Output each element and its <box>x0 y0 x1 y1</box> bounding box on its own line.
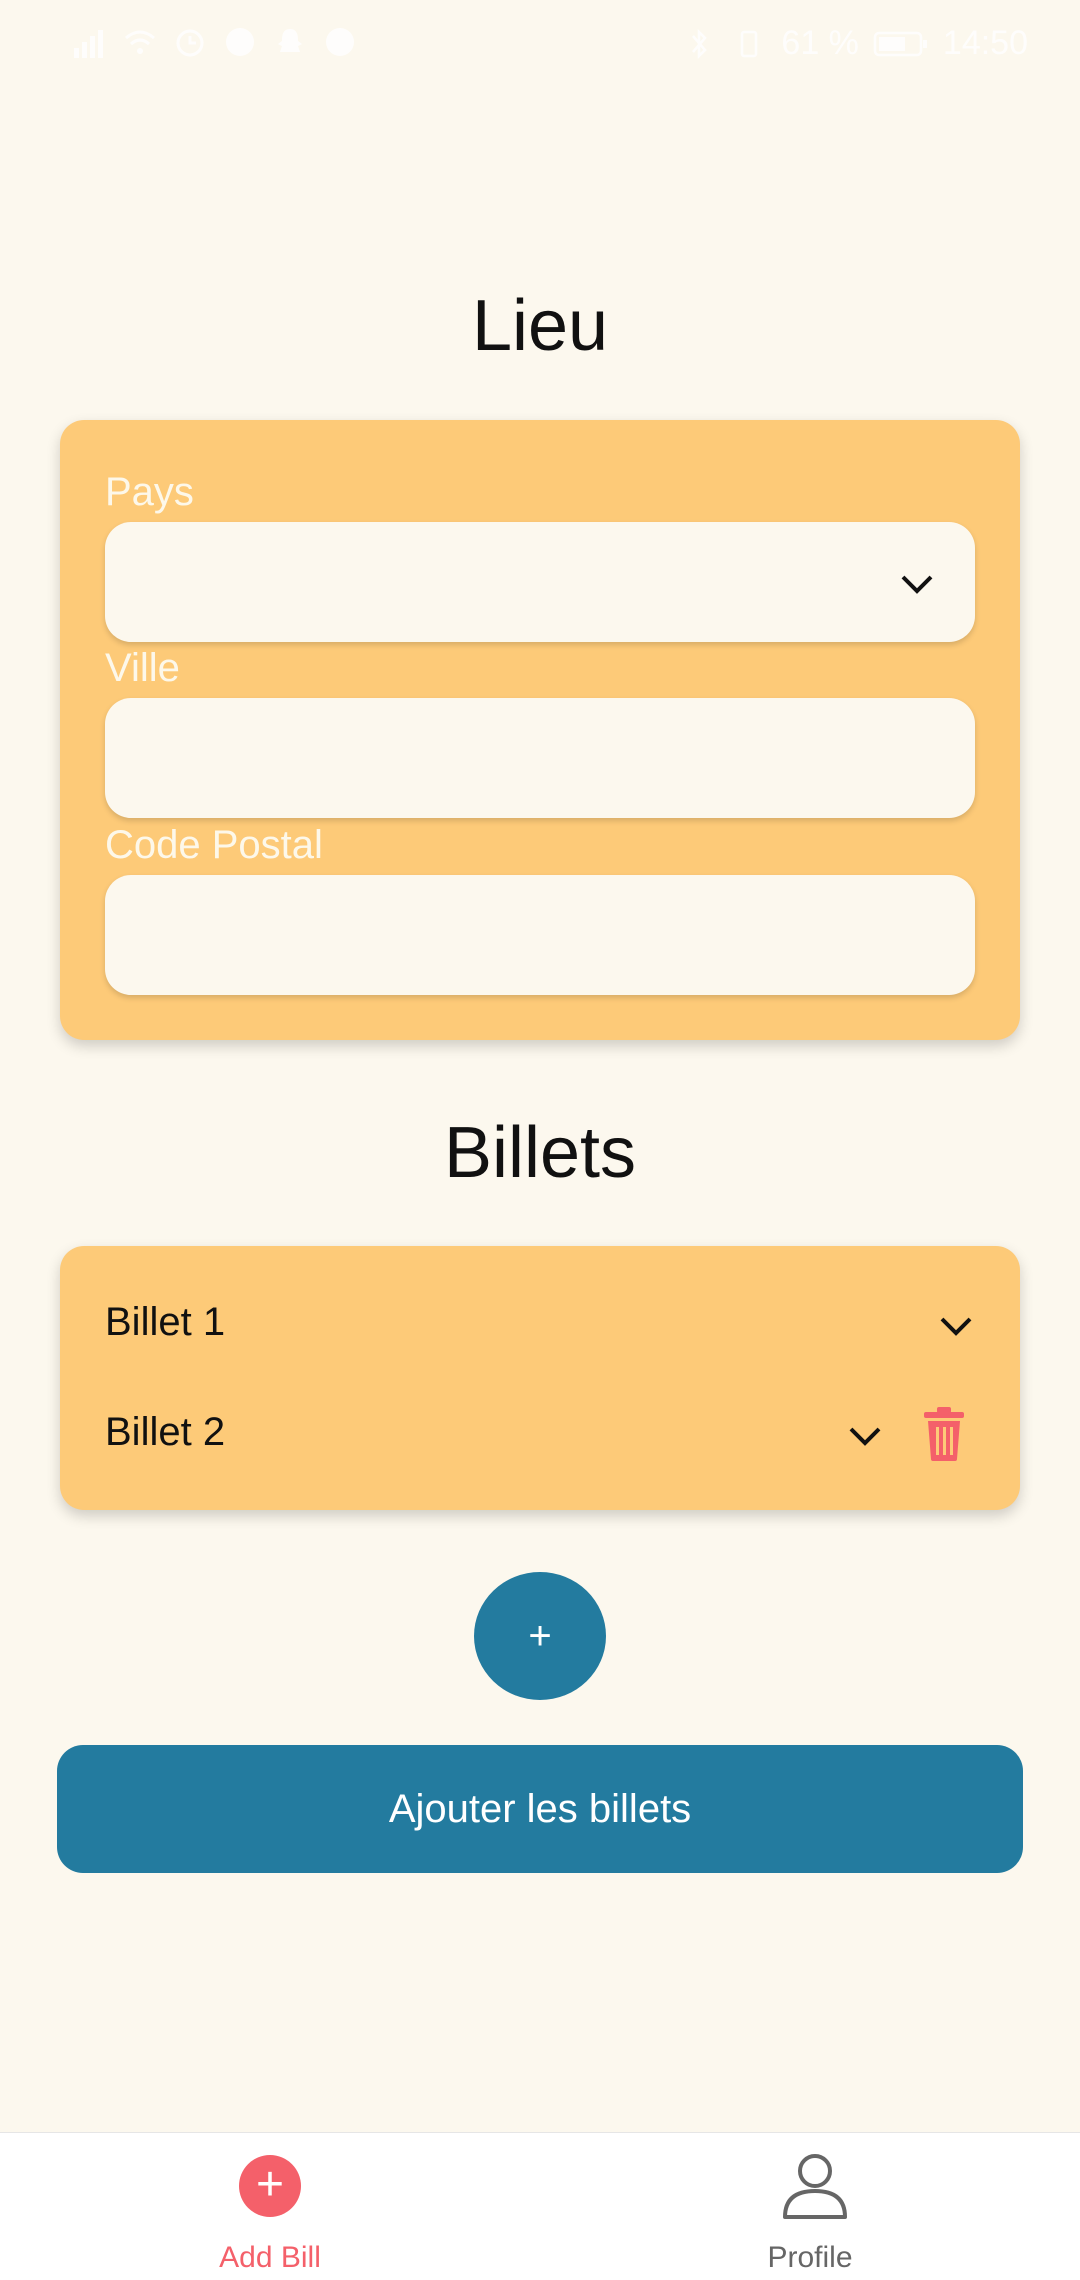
clock: 14:50 <box>942 24 1028 62</box>
battery-percent: 61 % <box>781 24 859 62</box>
app-notification-icon <box>226 28 254 56</box>
delete-trash-icon[interactable] <box>922 1406 966 1462</box>
wifi-icon <box>125 30 155 54</box>
status-bar: 61 % 14:50 <box>0 0 1080 90</box>
status-icons-left <box>72 24 358 60</box>
lieu-title: Lieu <box>471 286 609 366</box>
bluetooth-icon <box>692 28 708 59</box>
submit-billets-button[interactable]: Ajouter les billets <box>57 1745 1023 1873</box>
code-postal-label: Code Postal <box>105 823 323 867</box>
alarm-icon <box>176 29 204 57</box>
billets-card: Billet 1 Billet 2 <box>60 1246 1020 1510</box>
ville-label: Ville <box>105 646 180 690</box>
nav-item-profile[interactable]: Profile <box>540 2133 1080 2280</box>
messenger-icon <box>326 28 354 56</box>
status-icons-right: 61 % 14:50 <box>681 24 1028 63</box>
nav-item-add-bill[interactable]: + Add Bill <box>0 2133 540 2280</box>
billet-item-label[interactable]: Billet 1 <box>105 1300 225 1345</box>
ville-input[interactable] <box>105 698 975 818</box>
lieu-card: Pays Ville Code Postal <box>60 420 1020 1040</box>
billets-title: Billets <box>443 1113 637 1193</box>
person-icon <box>783 2154 847 2219</box>
chevron-down-icon[interactable] <box>936 1306 976 1346</box>
code-postal-input[interactable] <box>105 875 975 995</box>
snapchat-icon <box>278 29 302 52</box>
vibrate-icon <box>741 30 758 57</box>
bottom-nav: + Add Bill Profile <box>0 2132 1080 2280</box>
nav-item-label: Add Bill <box>219 2241 321 2274</box>
nav-item-label: Profile <box>767 2241 853 2274</box>
chevron-down-icon <box>901 575 933 594</box>
add-circle-icon: + <box>239 2155 301 2217</box>
chevron-down-icon[interactable] <box>845 1416 885 1456</box>
signal-icon <box>74 30 103 58</box>
app-screen: 61 % 14:50 Lieu Pays Ville Code Postal B… <box>0 0 1080 2280</box>
battery-icon <box>873 31 927 56</box>
billet-item-label[interactable]: Billet 2 <box>105 1410 225 1455</box>
pays-select[interactable] <box>105 522 975 642</box>
pays-label: Pays <box>105 470 194 514</box>
add-billet-button[interactable]: + <box>474 1572 606 1700</box>
